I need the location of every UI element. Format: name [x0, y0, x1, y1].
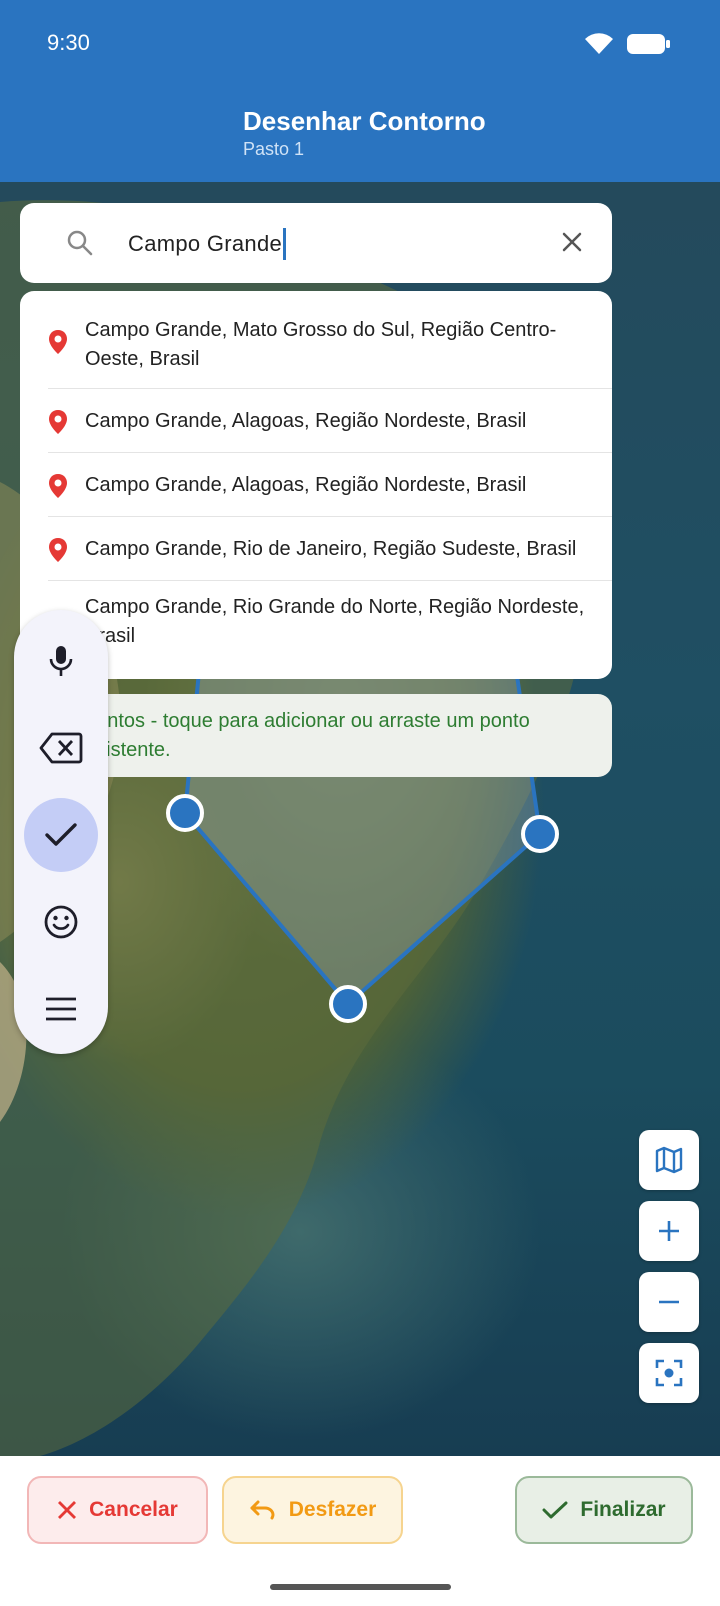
- confirm-button[interactable]: [24, 798, 98, 872]
- suggestion-label: Campo Grande, Rio de Janeiro, Região Sud…: [85, 538, 577, 560]
- search-box[interactable]: Campo Grande: [20, 203, 612, 283]
- search-input-value: Campo Grande: [128, 231, 283, 256]
- suggestion-label: Campo Grande, Alagoas, Região Nordeste, …: [85, 474, 527, 496]
- center-focus-icon: [655, 1359, 683, 1387]
- undo-label: Desfazer: [288, 1498, 377, 1521]
- center-map-button[interactable]: [639, 1343, 699, 1403]
- suggestion-item[interactable]: Campo Grande, Mato Grosso do Sul, Região…: [20, 291, 612, 389]
- mic-icon: [49, 646, 73, 676]
- search-input[interactable]: Campo Grande: [128, 228, 287, 260]
- status-time: 9:30: [47, 30, 90, 55]
- wifi-icon: [585, 33, 613, 54]
- check-icon: [45, 823, 77, 846]
- mic-button[interactable]: [24, 624, 98, 698]
- suggestion-label: Campo Grande, Alagoas, Região Nordeste, …: [85, 410, 527, 432]
- finish-label: Finalizar: [580, 1498, 666, 1521]
- zoom-in-button[interactable]: [639, 1201, 699, 1261]
- battery-icon: [627, 34, 670, 54]
- menu-button[interactable]: [24, 972, 98, 1046]
- cancel-label: Cancelar: [89, 1498, 178, 1521]
- title-block: Desenhar Contorno Pasto 1: [243, 106, 486, 160]
- location-pin-icon: [48, 329, 68, 360]
- undo-icon: [250, 1500, 275, 1520]
- suggestion-item[interactable]: Campo Grande, Alagoas, Região Nordeste, …: [20, 389, 612, 453]
- zoom-in-icon: [659, 1221, 679, 1241]
- emoji-button[interactable]: [24, 885, 98, 959]
- floating-toolbar: [14, 610, 108, 1054]
- location-pin-icon: [48, 537, 68, 568]
- suggestion-item[interactable]: Campo Grande, Rio Grande do Norte, Regiã…: [20, 581, 612, 679]
- suggestion-list: Campo Grande, Mato Grosso do Sul, Região…: [20, 291, 612, 679]
- menu-icon: [46, 997, 76, 1021]
- polygon-vertex: [166, 794, 204, 832]
- home-indicator: [270, 1584, 451, 1590]
- map-layers-icon: [655, 1146, 683, 1174]
- close-icon: [58, 1501, 77, 1519]
- map-layers-button[interactable]: [639, 1130, 699, 1190]
- polygon-vertex: [521, 815, 559, 853]
- backspace-button[interactable]: [24, 711, 98, 785]
- page-subtitle: Pasto 1: [243, 139, 305, 159]
- search-icon: [66, 229, 94, 262]
- status-icons: [584, 32, 672, 56]
- drawing-hint: pontos - toque para adicionar ou arraste…: [20, 694, 612, 777]
- suggestion-label: Campo Grande, Mato Grosso do Sul, Região…: [85, 319, 557, 370]
- emoji-icon: [44, 905, 78, 939]
- zoom-out-button[interactable]: [639, 1272, 699, 1332]
- suggestion-item[interactable]: Campo Grande, Alagoas, Região Nordeste, …: [20, 453, 612, 517]
- polygon-vertex: [329, 985, 367, 1023]
- suggestion-label: Campo Grande, Rio Grande do Norte, Regiã…: [85, 596, 585, 647]
- app-bar: 9:30 Desenhar Contorno Pasto 1: [0, 0, 720, 182]
- text-caret: [283, 228, 287, 260]
- cancel-button[interactable]: Cancelar: [27, 1476, 208, 1544]
- location-pin-icon: [48, 473, 68, 504]
- finish-button[interactable]: Finalizar: [515, 1476, 693, 1544]
- hint-text: pontos - toque para adicionar ou arraste…: [85, 710, 530, 761]
- check-icon: [542, 1501, 568, 1519]
- page-title: Desenhar Contorno: [243, 106, 486, 136]
- zoom-out-icon: [659, 1300, 679, 1304]
- location-pin-icon: [48, 409, 68, 440]
- suggestion-item[interactable]: Campo Grande, Rio de Janeiro, Região Sud…: [20, 517, 612, 581]
- backspace-icon: [39, 732, 83, 764]
- undo-button[interactable]: Desfazer: [222, 1476, 403, 1544]
- clear-search-icon[interactable]: [560, 230, 584, 259]
